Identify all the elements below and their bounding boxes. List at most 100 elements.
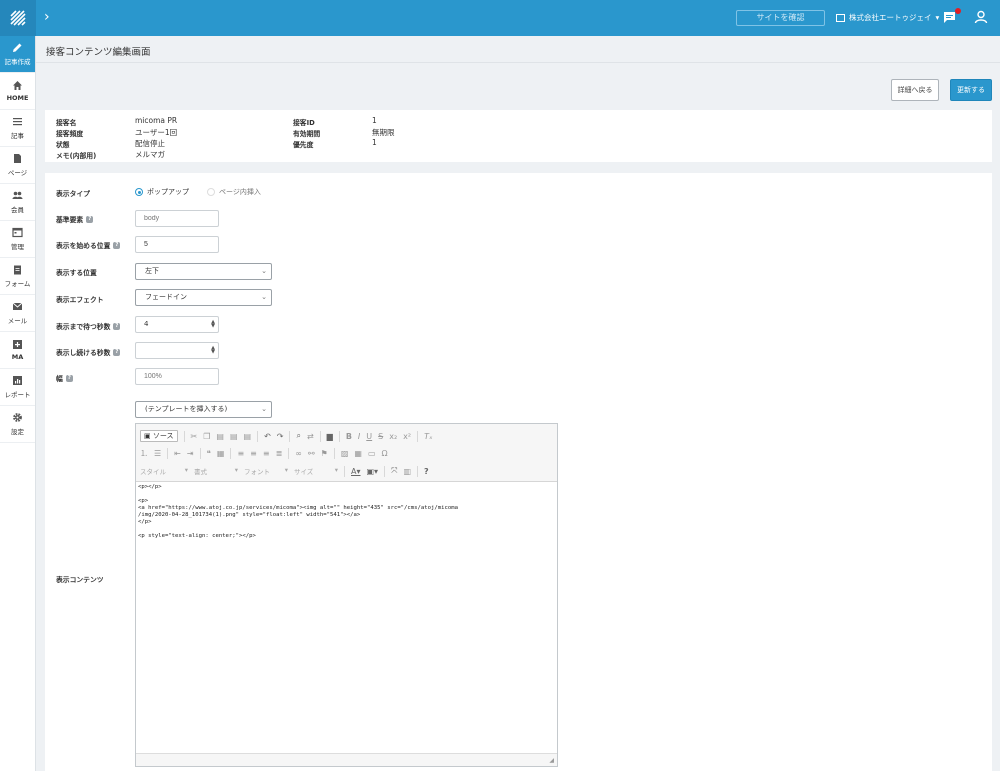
template-select[interactable]: (テンプレートを挿入する) ⌄ [135,401,272,418]
sidebar-item-ma[interactable]: MA [0,332,35,369]
display-type-label: 表示タイプ [56,190,90,198]
sidebar-item-reports[interactable]: レポート [0,369,35,406]
help-icon[interactable]: ? [424,467,429,476]
sidebar-item-create-article[interactable]: 記事作成 [0,36,35,73]
company-selector[interactable]: 株式会社エートゥジェイ ▾ [836,12,939,23]
size-combo[interactable]: サイズ ▾ [294,466,338,476]
back-to-detail-button[interactable]: 詳細へ戻る [891,79,939,101]
chat-icon[interactable] [943,11,956,24]
align-left-icon[interactable]: ≡ [237,449,244,458]
help-icon[interactable]: ? [113,348,121,356]
form-panel: 表示タイプ ポップアップ ページ内挿入 基準要素? 表示を始める位置? 表示する… [45,173,992,771]
format-combo[interactable]: 書式 ▾ [194,466,238,476]
app-logo[interactable] [0,0,36,36]
width-input[interactable] [135,368,219,385]
underline-icon[interactable]: U [366,432,372,441]
sidebar-item-home[interactable]: HOME [0,73,35,110]
position-select[interactable]: 左下 ⌄ [135,263,272,280]
bold-icon[interactable]: B [346,432,352,441]
spinner-arrows-icon[interactable]: ▲ ▼ [211,320,215,329]
strikethrough-icon[interactable]: S [378,432,383,441]
help-icon[interactable]: ? [113,241,121,249]
special-char-icon[interactable]: Ω [382,449,388,458]
replace-icon[interactable]: ⇄ [307,432,314,441]
source-button[interactable]: ▣ ソース [140,430,178,442]
italic-icon[interactable]: I [358,432,360,441]
spinner-arrows-icon[interactable]: ▲ ▼ [211,346,215,355]
wait-seconds-input[interactable]: 4 ▲ ▼ [135,316,219,333]
image-icon[interactable]: ▨ [341,449,349,458]
sidebar-item-mail[interactable]: メール [0,295,35,332]
numbered-list-icon[interactable]: ⒈ [140,448,148,459]
source-icon: ▣ [144,432,153,440]
cut-icon[interactable]: ✂ [191,432,198,441]
view-site-button[interactable]: サイトを確認 [736,10,825,26]
help-icon[interactable]: ? [113,322,121,330]
radio-button[interactable] [207,188,215,196]
sidebar-item-forms[interactable]: フォーム [0,258,35,295]
paste-word-icon[interactable]: ▤ [244,432,252,441]
subscript-icon[interactable]: x₂ [389,432,397,441]
redo-icon[interactable]: ↷ [277,432,284,441]
link-icon[interactable]: ∞ [295,449,302,458]
effect-select[interactable]: フェードイン ⌄ [135,289,272,306]
text-color-icon[interactable]: A▾ [351,467,361,476]
align-justify-icon[interactable]: ≣ [276,449,283,458]
toolbar-separator [319,430,321,442]
clear-format-icon[interactable]: Tₓ [424,432,432,441]
copy-icon[interactable]: ❐ [203,432,210,441]
duration-seconds-label: 表示し続ける秒数? [56,348,121,357]
toolbar-separator [384,465,386,477]
paste-text-icon[interactable]: ▤ [230,432,238,441]
align-right-icon[interactable]: ≡ [263,449,270,458]
superscript-icon[interactable]: x² [403,432,411,441]
radio-popup[interactable]: ポップアップ [135,187,189,197]
user-icon[interactable] [974,10,988,24]
sidebar-item-articles[interactable]: 記事 [0,110,35,147]
radio-inline[interactable]: ページ内挿入 [207,187,261,197]
update-button[interactable]: 更新する [950,79,992,101]
duration-seconds-input[interactable]: ▲ ▼ [135,342,219,359]
help-icon[interactable]: ? [65,374,73,382]
start-position-label: 表示を始める位置? [56,241,121,250]
style-combo[interactable]: スタイル ▾ [140,466,188,476]
paste-icon[interactable]: ▤ [216,432,224,441]
toolbar-separator [289,430,291,442]
sidebar-item-pages[interactable]: ページ [0,147,35,184]
anchor-icon[interactable]: ⚑ [321,449,328,458]
undo-icon[interactable]: ↶ [264,432,271,441]
toolbar-separator [257,430,259,442]
toolbar-separator [230,447,232,459]
bulleted-list-icon[interactable]: ☰ [154,449,161,458]
horizontal-line-icon[interactable]: ▭ [368,449,376,458]
radio-button-checked[interactable] [135,188,143,196]
find-icon[interactable]: ⌕ [296,431,300,441]
sidebar-item-management[interactable]: 管理 [0,221,35,258]
sidebar-item-settings[interactable]: 設定 [0,406,35,443]
div-container-icon[interactable]: ▦ [217,449,225,458]
resize-grip-icon[interactable]: ◢ [549,757,554,764]
align-center-icon[interactable]: ≡ [250,449,257,458]
remove-format-icon[interactable]: ▆ [327,432,333,441]
sidebar-toggle-chevron-icon[interactable]: › [44,9,50,25]
memo-label: メモ(内部用) [56,152,97,160]
priority-value: 1 [372,138,377,147]
start-position-input[interactable] [135,236,219,253]
blockquote-icon[interactable]: ❝ [207,449,211,458]
toolbar-separator [344,465,345,477]
sidebar-item-members[interactable]: 会員 [0,184,35,221]
effect-label: 表示エフェクト [56,296,104,304]
editor-source-code[interactable]: <p></p> <p> <a href="https://www.atoj.co… [138,484,553,540]
maximize-icon[interactable]: ⤧ [391,466,397,476]
indent-icon[interactable]: ⇥ [187,449,194,458]
show-blocks-icon[interactable]: ▥ [403,467,411,476]
outdent-icon[interactable]: ⇤ [174,449,181,458]
table-icon[interactable]: ▦ [354,449,362,458]
font-combo[interactable]: フォント ▾ [244,466,288,476]
base-element-input[interactable] [135,210,219,227]
unlink-icon[interactable]: ⚯ [308,449,315,458]
background-color-icon[interactable]: ▣▾ [367,467,379,476]
toolbar-separator [333,447,335,459]
rich-text-editor[interactable]: ▣ ソース ✂ ❐ ▤ ▤ ▤ ↶ ↷ ⌕ ⇄ ▆ B I U S x₂ x² … [135,423,558,767]
help-icon[interactable]: ? [86,215,94,223]
